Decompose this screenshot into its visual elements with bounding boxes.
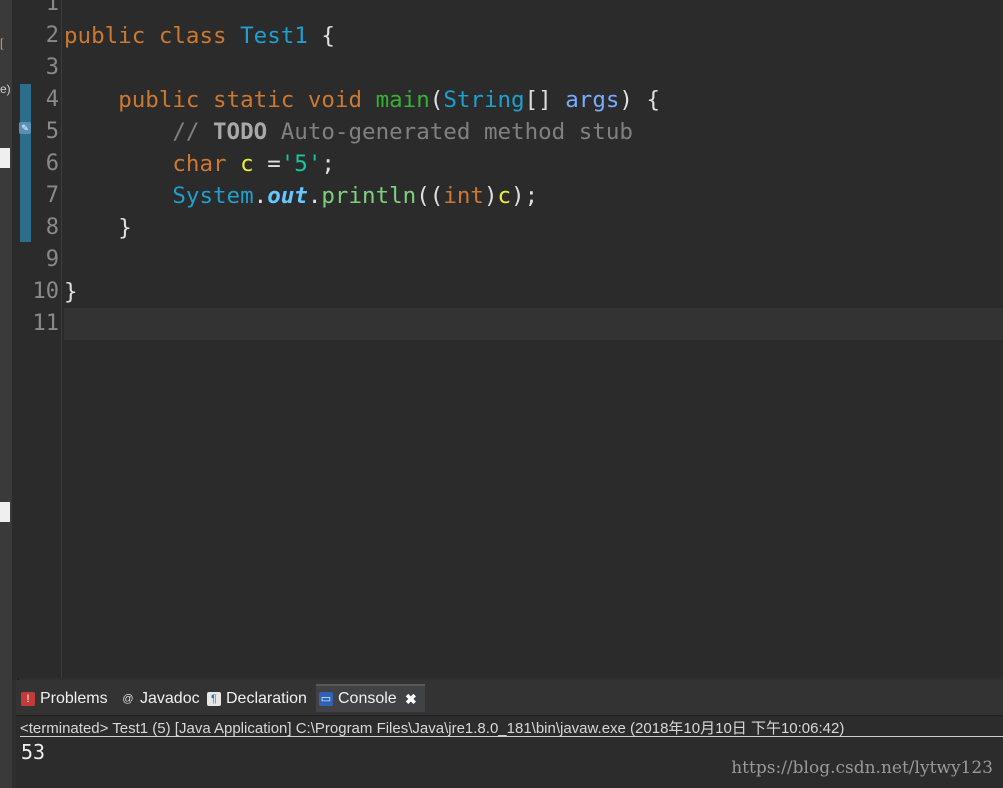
keyword: public: [118, 87, 200, 113]
static-field: out: [267, 183, 308, 209]
divider: [20, 736, 1003, 737]
keyword: class: [158, 23, 227, 49]
problems-icon: !: [21, 692, 35, 706]
code-editor[interactable]: ✎ 1 2 3 4 5 6 7 8 9 10 11 public class T…: [18, 0, 1003, 678]
annotation-ruler: ✎: [18, 0, 31, 678]
code-line[interactable]: public class Test1 {: [64, 20, 1003, 52]
line-number: 4: [45, 87, 59, 112]
char-literal: '5': [280, 151, 322, 177]
line-number: 1: [45, 0, 59, 16]
code-line[interactable]: System.out.println((int)c);: [64, 180, 1003, 212]
keyword: int: [443, 183, 484, 209]
keyword: char: [172, 151, 227, 177]
comment: //: [172, 119, 200, 145]
keyword: static: [213, 87, 295, 113]
left-edge-fragment: e): [0, 82, 11, 96]
operator: =: [267, 151, 281, 177]
variable-name: c: [497, 183, 512, 209]
punctuation: (: [429, 87, 444, 113]
code-line[interactable]: }: [64, 276, 1003, 308]
tab-label: Javadoc: [140, 690, 200, 707]
console-icon: ▭: [319, 692, 333, 706]
code-area[interactable]: public class Test1 { public static void …: [64, 0, 1003, 678]
punctuation: {: [321, 23, 335, 49]
tab-console[interactable]: ▭ Console ✖: [316, 684, 425, 712]
method-name: main: [375, 87, 430, 113]
left-edge-fragment: [: [0, 36, 4, 50]
current-line-highlight[interactable]: [64, 308, 1003, 340]
console-output[interactable]: 53: [21, 740, 45, 764]
keyword: public: [64, 23, 146, 49]
line-number: 9: [45, 247, 59, 272]
console-status: <terminated> Test1 (5) [Java Application…: [20, 720, 845, 737]
code-line[interactable]: // TODO Auto-generated method stub: [64, 116, 1003, 148]
tab-declaration[interactable]: ¶ Declaration: [204, 686, 307, 712]
line-number: 8: [45, 215, 59, 240]
panel-tab-bar: ! Problems @ Javadoc ¶ Declaration ▭ Con…: [16, 680, 1003, 716]
task-marker-icon[interactable]: ✎: [19, 122, 31, 134]
line-number: 7: [45, 183, 59, 208]
tab-javadoc[interactable]: @ Javadoc: [118, 686, 200, 712]
punctuation: ;: [321, 151, 335, 177]
change-marker: [20, 84, 31, 242]
tab-label: Declaration: [226, 690, 307, 707]
line-number-gutter: 1 2 3 4 5 6 7 8 9 10 11: [31, 0, 62, 678]
punctuation: []: [524, 87, 552, 113]
punctuation: }: [118, 215, 132, 241]
todo-tag: TODO: [213, 119, 268, 145]
line-number: 3: [45, 55, 59, 80]
line-number: 10: [32, 279, 60, 304]
code-line[interactable]: char c ='5';: [64, 148, 1003, 180]
punctuation: .: [307, 183, 322, 209]
declaration-icon: ¶: [207, 692, 221, 706]
punctuation: );: [511, 183, 539, 209]
punctuation: ): [483, 183, 498, 209]
punctuation: .: [253, 183, 268, 209]
type-name: String: [443, 87, 525, 113]
punctuation: }: [64, 279, 78, 305]
left-edge-box: [0, 148, 10, 168]
code-line[interactable]: }: [64, 212, 1003, 244]
parameter-name: args: [565, 87, 620, 113]
class-name: System: [172, 183, 254, 209]
tab-problems[interactable]: ! Problems: [18, 686, 108, 712]
code-line[interactable]: public static void main(String[] args) {: [64, 84, 1003, 116]
line-number: 5: [45, 119, 59, 144]
comment: Auto-generated method stub: [280, 119, 633, 145]
bottom-panel: ! Problems @ Javadoc ¶ Declaration ▭ Con…: [16, 680, 1003, 788]
punctuation: ) {: [619, 87, 661, 113]
tab-label: Problems: [40, 690, 108, 707]
method-call: println: [321, 183, 417, 209]
keyword: void: [307, 87, 363, 113]
punctuation: ((: [416, 183, 444, 209]
line-number: 11: [32, 311, 60, 336]
line-number: 2: [45, 23, 59, 48]
left-edge-strip: [ e): [0, 0, 12, 788]
javadoc-icon: @: [122, 693, 134, 705]
left-edge-box: [0, 502, 10, 522]
line-number: 6: [45, 151, 59, 176]
class-name: Test1: [240, 23, 308, 49]
tab-label: Console: [338, 690, 397, 707]
variable-name: c: [240, 151, 254, 177]
close-icon[interactable]: ✖: [405, 686, 417, 712]
watermark: https://blog.csdn.net/lytwy123: [731, 758, 993, 778]
